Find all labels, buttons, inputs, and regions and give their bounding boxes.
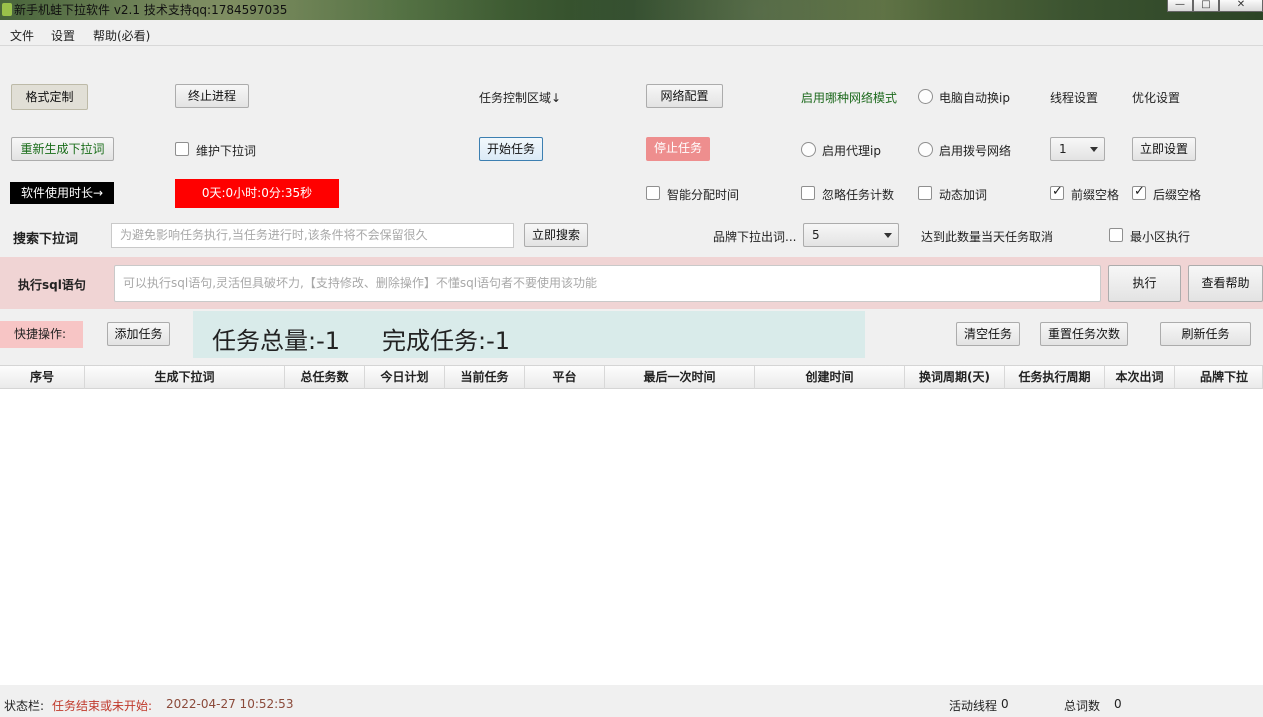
optimize-settings-label: 优化设置	[1132, 91, 1181, 105]
active-threads-label: 活动线程	[949, 699, 998, 713]
window-controls: — □ ✕	[1167, 0, 1263, 12]
chevron-down-icon	[1090, 147, 1098, 152]
quick-ops-label: 快捷操作:	[0, 321, 83, 348]
stats-panel: 任务总量:-1 完成任务:-1	[193, 311, 865, 358]
cancel-threshold-label: 达到此数量当天任务取消	[921, 230, 1054, 244]
brand-count-value: 5	[812, 228, 820, 242]
suffix-space-label: 后缀空格	[1153, 188, 1202, 202]
maintain-words-checkbox[interactable]	[175, 142, 189, 156]
status-state: 任务结束或未开始:	[52, 699, 153, 713]
thread-count-select[interactable]: 1	[1050, 137, 1105, 161]
auto-ip-label: 电脑自动换ip	[939, 91, 1010, 105]
col-last-time[interactable]: 最后一次时间	[605, 366, 755, 389]
prefix-space-label: 前缀空格	[1071, 188, 1120, 202]
col-brand[interactable]: 品牌下拉	[1175, 366, 1263, 389]
start-task-button[interactable]: 开始任务	[479, 137, 543, 161]
usage-time-label: 软件使用时长→	[10, 182, 114, 204]
active-threads-value: 0	[1001, 697, 1009, 711]
status-label: 状态栏:	[4, 699, 45, 713]
thread-count-value: 1	[1059, 142, 1067, 156]
execute-button[interactable]: 执行	[1108, 265, 1181, 302]
col-platform[interactable]: 平台	[525, 366, 605, 389]
stop-process-button[interactable]: 终止进程	[175, 84, 249, 108]
maintain-words-label: 维护下拉词	[196, 144, 257, 158]
prefix-space-checkbox[interactable]	[1050, 184, 1064, 200]
status-bar: 状态栏: 任务结束或未开始: 2022-04-27 10:52:53 活动线程 …	[0, 690, 1263, 717]
col-created[interactable]: 创建时间	[755, 366, 905, 389]
dynamic-word-label: 动态加词	[939, 188, 988, 202]
title-bar: 新手机蛙下拉软件 v2.1 技术支持qq:1784597035 — □ ✕	[0, 0, 1263, 20]
total-words-label: 总词数	[1064, 699, 1101, 713]
status-time: 2022-04-27 10:52:53	[166, 697, 294, 711]
col-words[interactable]: 生成下拉词	[85, 366, 285, 389]
total-words-value: 0	[1114, 697, 1122, 711]
col-today[interactable]: 今日计划	[365, 366, 445, 389]
smart-time-checkbox[interactable]	[646, 186, 660, 200]
search-label: 搜索下拉词	[13, 232, 79, 247]
dialup-label: 启用拨号网络	[939, 144, 1012, 158]
network-mode-label: 启用哪种网络模式	[801, 91, 898, 105]
add-task-button[interactable]: 添加任务	[107, 322, 170, 346]
suffix-space-checkbox[interactable]	[1132, 184, 1146, 200]
menu-bar: 文件 设置 帮助(必看)	[0, 22, 1263, 46]
brand-label: 品牌下拉出词...	[713, 230, 797, 244]
refresh-tasks-button[interactable]: 刷新任务	[1160, 322, 1251, 346]
proxy-ip-radio[interactable]	[801, 142, 816, 157]
menu-file[interactable]: 文件	[10, 27, 34, 44]
proxy-ip-label: 启用代理ip	[822, 144, 881, 158]
ignore-count-label: 忽略任务计数	[822, 188, 895, 202]
task-table[interactable]: 序号 生成下拉词 总任务数 今日计划 当前任务 平台 最后一次时间 创建时间 换…	[0, 365, 1263, 685]
done-tasks: 完成任务:-1	[382, 327, 511, 355]
dynamic-word-checkbox[interactable]	[918, 186, 932, 200]
sql-help-button[interactable]: 查看帮助	[1188, 265, 1263, 302]
network-config-button[interactable]: 网络配置	[646, 84, 723, 108]
close-button[interactable]: ✕	[1219, 0, 1263, 12]
table-header: 序号 生成下拉词 总任务数 今日计划 当前任务 平台 最后一次时间 创建时间 换…	[0, 365, 1263, 389]
brand-count-select[interactable]: 5	[803, 223, 899, 247]
chevron-down-icon	[884, 233, 892, 238]
sql-label: 执行sql语句	[18, 278, 86, 292]
apply-settings-button[interactable]: 立即设置	[1132, 137, 1196, 161]
window-title: 新手机蛙下拉软件 v2.1 技术支持qq:1784597035	[14, 3, 288, 17]
search-button[interactable]: 立即搜索	[524, 223, 588, 247]
total-tasks: 任务总量:-1	[212, 327, 341, 355]
reset-count-button[interactable]: 重置任务次数	[1040, 322, 1128, 346]
usage-time-value: 0天:0小时:0分:35秒	[175, 179, 339, 208]
ignore-count-checkbox[interactable]	[801, 186, 815, 200]
col-this-words[interactable]: 本次出词	[1105, 366, 1175, 389]
thread-settings-label: 线程设置	[1050, 91, 1099, 105]
minimize-button[interactable]: —	[1167, 0, 1193, 12]
menu-settings[interactable]: 设置	[51, 27, 75, 44]
menu-help[interactable]: 帮助(必看)	[93, 27, 150, 44]
auto-ip-radio[interactable]	[918, 89, 933, 104]
min-area-label: 最小区执行	[1130, 230, 1191, 244]
stop-task-button[interactable]: 停止任务	[646, 137, 710, 161]
format-button[interactable]: 格式定制	[11, 84, 88, 110]
col-period[interactable]: 换词周期(天)	[905, 366, 1005, 389]
col-current[interactable]: 当前任务	[445, 366, 525, 389]
task-area-label: 任务控制区域↓	[479, 91, 562, 105]
col-total[interactable]: 总任务数	[285, 366, 365, 389]
maximize-button[interactable]: □	[1193, 0, 1219, 12]
sql-input[interactable]: 可以执行sql语句,灵活但具破坏力,【支持修改、删除操作】不懂sql语句者不要使…	[114, 265, 1101, 302]
app-icon	[2, 3, 12, 16]
clear-tasks-button[interactable]: 清空任务	[956, 322, 1020, 346]
search-input[interactable]: 为避免影响任务执行,当任务进行时,该条件将不会保留很久	[111, 223, 514, 248]
col-exec-period[interactable]: 任务执行周期	[1005, 366, 1105, 389]
smart-time-label: 智能分配时间	[667, 188, 740, 202]
regenerate-words-button[interactable]: 重新生成下拉词	[11, 137, 114, 161]
col-index[interactable]: 序号	[0, 366, 85, 389]
min-area-checkbox[interactable]	[1109, 228, 1123, 242]
dialup-radio[interactable]	[918, 142, 933, 157]
